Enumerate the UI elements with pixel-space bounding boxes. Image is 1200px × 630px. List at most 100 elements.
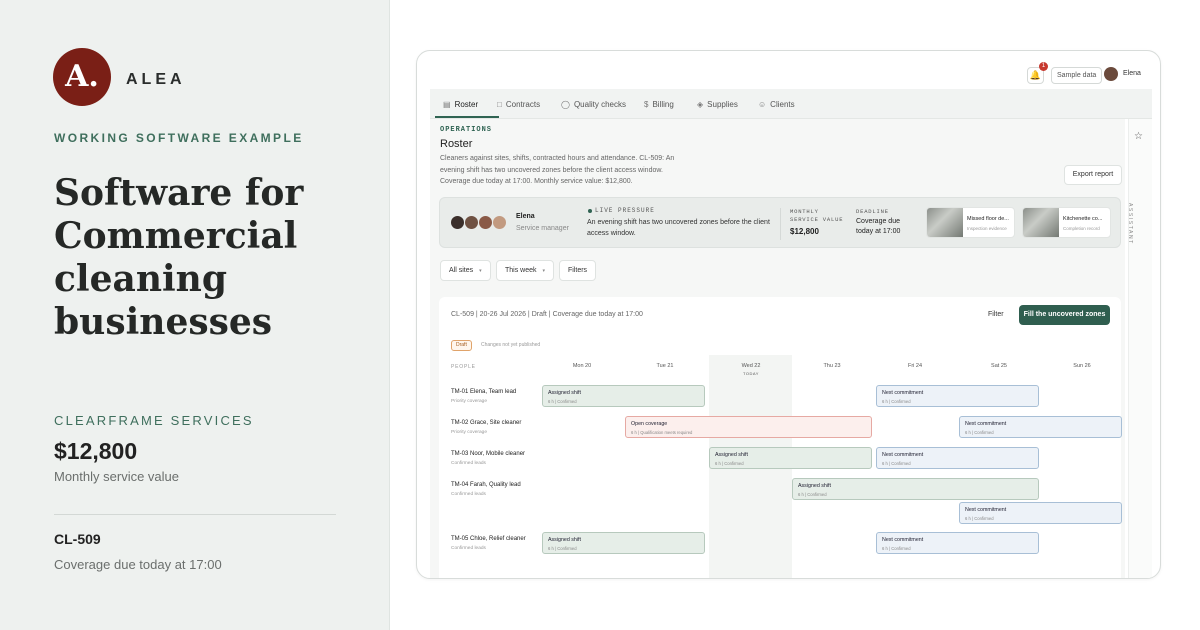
day-header: Thu 23 [823,363,841,369]
company-name: CLEARFRAME SERVICES [54,413,254,428]
evidence-card[interactable]: Missed floor de... Inspection evidence [926,207,1015,238]
service-value: $12,800 [54,438,138,464]
calendar-icon: ▤ [443,100,451,109]
page-title: Roster [440,138,473,150]
user-name[interactable]: Elena [1123,70,1141,77]
day-header: Sat 25 [991,363,1007,369]
shift-block[interactable]: Next commitment 6 h | Confirmed [959,502,1122,524]
shift-block[interactable]: Assigned shift 6 h | Confirmed [542,532,705,554]
avatar [492,215,507,230]
evidence-title: Missed floor de... [967,216,1009,222]
evidence-image [1023,208,1059,237]
evidence-image [927,208,963,237]
live-pressure-text: An evening shift has two uncovered zones… [587,219,770,237]
shift-block[interactable]: Next commitment 6 h | Confirmed [876,385,1039,407]
tab-clients[interactable]: ☺ Clients [758,100,795,109]
active-tab-indicator [435,116,499,118]
roster-filter-button[interactable]: Filter [988,311,1004,318]
avatar [478,215,493,230]
sites-filter[interactable]: All sites ▾ [440,260,491,281]
shift-block[interactable]: Assigned shift 6 h | Confirmed [542,385,705,407]
user-avatar[interactable] [1104,67,1118,81]
tab-contracts[interactable]: □ Contracts [497,100,540,109]
people-header: PEOPLE [451,364,476,370]
star-icon[interactable]: ☆ [1134,131,1143,142]
person-status: Priority coverage [451,399,487,404]
person-row[interactable]: TM-05 Chloe, Relief cleaner Confirmed lea… [451,536,526,551]
day-header: Sun 26 [1073,363,1091,369]
person-name: TM-04 Farah, Quality lead [451,482,521,488]
top-bar: 🔔 1 Sample data Elena [417,51,1160,89]
evidence-subtitle: Completion record [1063,226,1100,231]
contract-id: CL-509 [54,531,101,547]
person-name: TM-03 Noor, Mobile cleaner [451,451,526,457]
box-icon: ◈ [697,100,704,109]
draft-badge: Draft [451,340,472,351]
shield-icon: ◯ [561,100,570,109]
sample-data-button[interactable]: Sample data [1051,67,1103,84]
roster-header: CL-509 | 20-26 Jul 2026 | Draft | Covera… [451,311,643,318]
day-header: Mon 20 [572,363,592,369]
today-label: TODAY [743,371,759,376]
person-row[interactable]: TM-02 Grace, Site cleaner Priority covera… [451,420,521,435]
day-header: Tue 21 [656,363,674,369]
person-name: TM-01 Elena, Team lead [451,389,517,395]
tab-billing[interactable]: $ Billing [644,100,674,109]
person-name: TM-05 Chloe, Relief cleaner [451,536,526,542]
person-row[interactable]: TM-03 Noor, Mobile cleaner Confirmed lead… [451,451,525,466]
manager-name: Elena [516,213,535,220]
tab-supplies[interactable]: ◈ Supplies [697,100,738,109]
person-row[interactable]: TM-01 Elena, Team lead Priority coverage [451,389,516,404]
assistant-label[interactable]: ASSISTANT [1127,203,1133,245]
shift-block[interactable]: Assigned shift 6 h | Confirmed [792,478,1039,500]
live-pressure-label: LIVE PRESSURE [595,207,655,214]
day-header: Fri 24 [907,363,923,369]
evidence-card[interactable]: Kitchenette co... Completion record [1022,207,1111,238]
filters-button[interactable]: Filters [559,260,597,281]
evidence-title: Kitchenette co... [1063,216,1103,222]
evidence-subtitle: Inspection evidence [967,226,1007,231]
page-description: Cleaners against sites, shifts, contract… [440,155,675,185]
msv-value: $12,800 [790,227,819,236]
divider [54,514,336,515]
live-pressure-card: Elena Service manager LIVE PRESSURE An e… [439,197,1121,248]
roster-grid: CL-509 | 20-26 Jul 2026 | Draft | Covera… [439,297,1122,578]
tab-roster[interactable]: ▤ Roster [443,100,478,109]
chevron-down-icon: ▾ [542,268,546,274]
person-status: Confirmed leads [451,492,486,497]
main-nav: ▤ Roster □ Contracts ◯ Quality checks $ Bill… [430,89,1152,119]
shift-block[interactable]: Next commitment 6 h | Confirmed [876,447,1039,469]
hero-panel: A. ALEA WORKING SOFTWARE EXAMPLE Softwar… [0,0,390,630]
open-shift-block[interactable]: Open coverage 6 h | Qualification meets r… [625,416,872,438]
contract-due: Coverage due today at 17:00 [54,557,222,572]
brand-name: ALEA [126,71,186,88]
hero-eyebrow: WORKING SOFTWARE EXAMPLE [54,131,304,145]
week-filter[interactable]: This week ▾ [496,260,555,281]
shift-block[interactable]: Next commitment 6 h | Confirmed [959,416,1122,438]
service-value-label: Monthly service value [54,469,179,484]
shift-block[interactable]: Next commitment 6 h | Confirmed [876,532,1039,554]
brand-logo: A. [53,48,111,106]
document-icon: □ [497,100,502,109]
divider [780,208,781,240]
chevron-down-icon: ▾ [479,268,482,274]
draft-note: Changes not yet published [481,342,541,348]
deadline-label: DEADLINE [856,208,889,215]
tab-quality-checks[interactable]: ◯ Quality checks [561,100,626,109]
fill-uncovered-button[interactable]: Fill the uncovered zones [1019,305,1110,325]
person-name: TM-02 Grace, Site cleaner [451,420,522,426]
notification-badge: 1 [1039,62,1048,71]
deadline-text: Coverage due today at 17:00 [856,218,901,235]
dollar-icon: $ [644,100,649,109]
manager-role: Service manager [516,225,569,232]
export-report-button[interactable]: Export report [1064,165,1122,185]
avatar [450,215,465,230]
shift-block[interactable]: Assigned shift 6 h | Confirmed [709,447,872,469]
page-eyebrow: OPERATIONS [440,126,493,134]
person-status: Confirmed leads [451,461,486,466]
hero-headline: Software for Commercial cleaning busines… [54,172,304,343]
person-status: Priority coverage [451,430,487,435]
msv-label: MONTHLY SERVICE VALUE [790,208,844,223]
main-content: OPERATIONS Roster Cleaners against sites… [430,119,1125,578]
person-row[interactable]: TM-04 Farah, Quality lead Confirmed leads [451,482,521,497]
